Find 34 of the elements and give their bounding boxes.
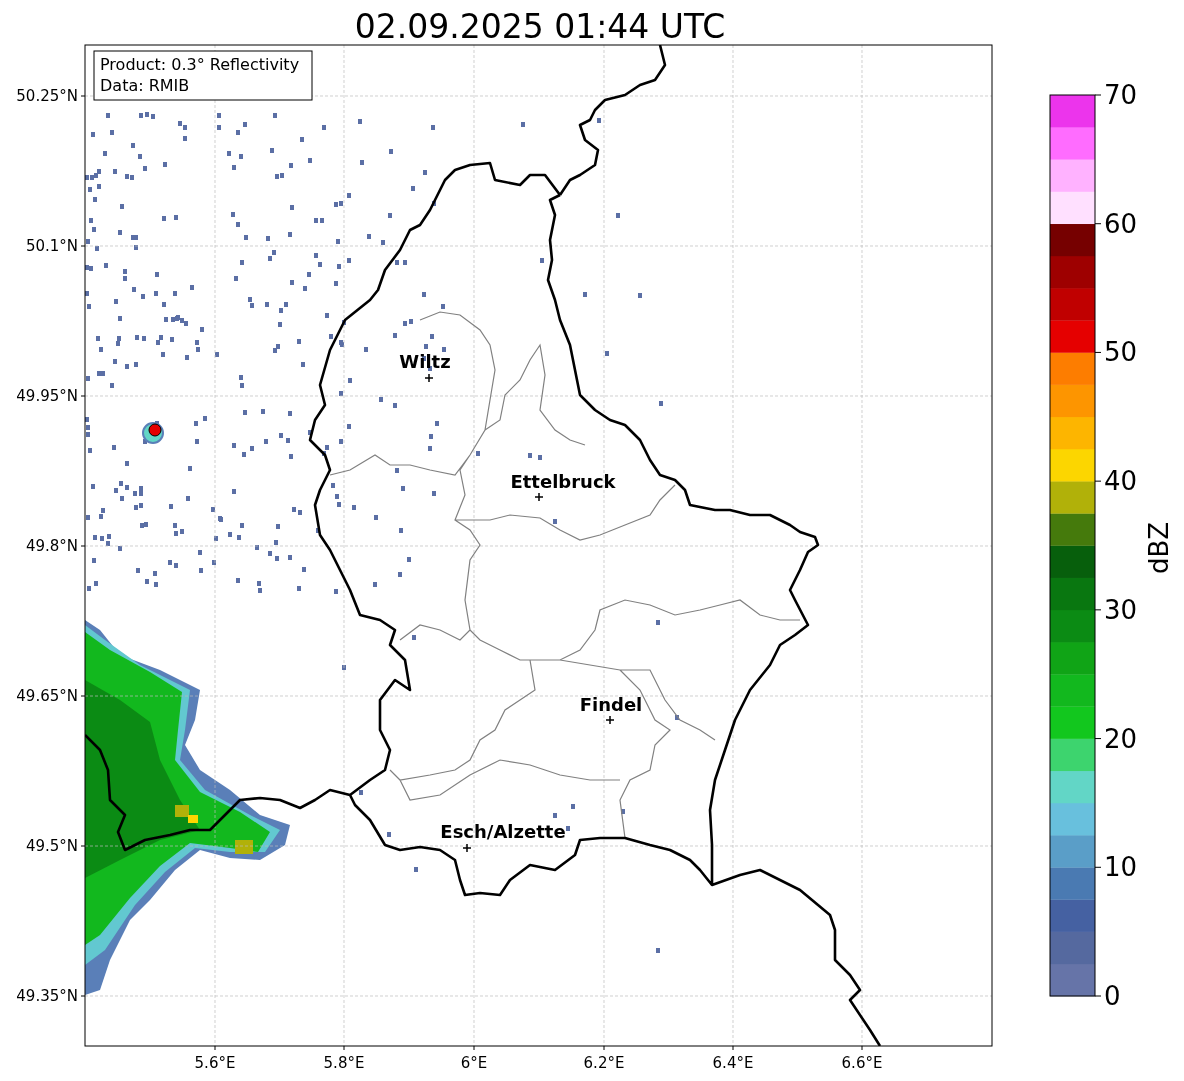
city-label: Findel bbox=[579, 694, 643, 715]
axis-tick-label: 49.5°N bbox=[25, 837, 78, 855]
city-marker-icon bbox=[605, 715, 615, 725]
colorbar-tick-label: 20 bbox=[1104, 723, 1138, 754]
city-label: Wiltz bbox=[399, 351, 451, 372]
city-label: Esch/Alzette bbox=[440, 821, 566, 842]
axis-tick-label: 6.4°E bbox=[712, 1054, 754, 1072]
city-marker-icon bbox=[462, 843, 472, 853]
axis-tick-label: 6.2°E bbox=[583, 1054, 625, 1072]
colorbar-tick-label: 70 bbox=[1104, 80, 1138, 110]
city-marker-icon bbox=[534, 492, 544, 502]
colorbar-tick-label: 0 bbox=[1104, 981, 1121, 1011]
axis-tick-label: 49.35°N bbox=[16, 987, 78, 1005]
axis-tick-label: 50.1°N bbox=[25, 237, 78, 255]
axis-tick-label: 50.25°N bbox=[16, 87, 78, 105]
legend-text: Data: RMIB bbox=[100, 76, 190, 95]
colorbar-title: dBZ bbox=[1144, 521, 1174, 575]
axis-tick-label: 49.65°N bbox=[16, 687, 78, 705]
legend-text: Product: 0.3° Reflectivity bbox=[100, 55, 300, 74]
axis-tick-label: 49.95°N bbox=[16, 387, 78, 405]
axis-tick-label: 6°E bbox=[460, 1054, 488, 1072]
colorbar-tick-label: 10 bbox=[1104, 852, 1138, 883]
colorbar-tick-label: 50 bbox=[1104, 337, 1138, 368]
axis-tick-label: 49.8°N bbox=[25, 537, 78, 555]
axis-tick-label: 5.6°E bbox=[194, 1054, 236, 1072]
plot-title: 02.09.2025 01:44 UTC bbox=[354, 7, 726, 46]
colorbar-tick-label: 40 bbox=[1104, 466, 1138, 497]
axis-tick-label: 6.6°E bbox=[841, 1054, 883, 1072]
radar-site-icon bbox=[142, 422, 164, 444]
city-label: Ettelbruck bbox=[510, 471, 616, 492]
colorbar-tick-label: 60 bbox=[1104, 208, 1138, 239]
city-marker-icon bbox=[424, 373, 434, 383]
axis-tick-label: 5.8°E bbox=[323, 1054, 365, 1072]
colorbar-tick-label: 30 bbox=[1104, 594, 1138, 625]
